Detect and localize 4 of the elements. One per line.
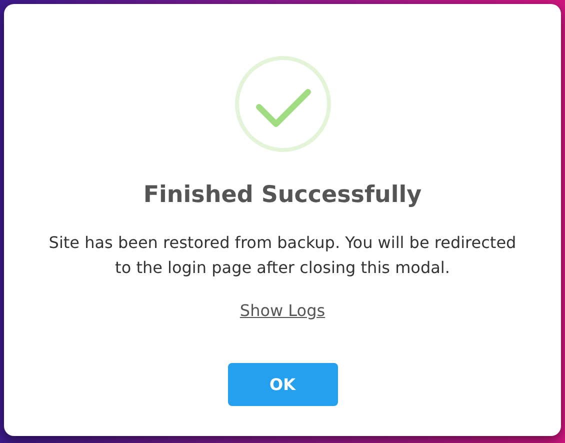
dialog-title: Finished Successfully: [143, 182, 422, 208]
success-check-icon: [234, 56, 330, 152]
dialog-message: Site has been restored from backup. You will be redirected to the login page after closing this modal.: [48, 232, 518, 279]
show-logs-link[interactable]: Show Logs: [240, 301, 326, 320]
